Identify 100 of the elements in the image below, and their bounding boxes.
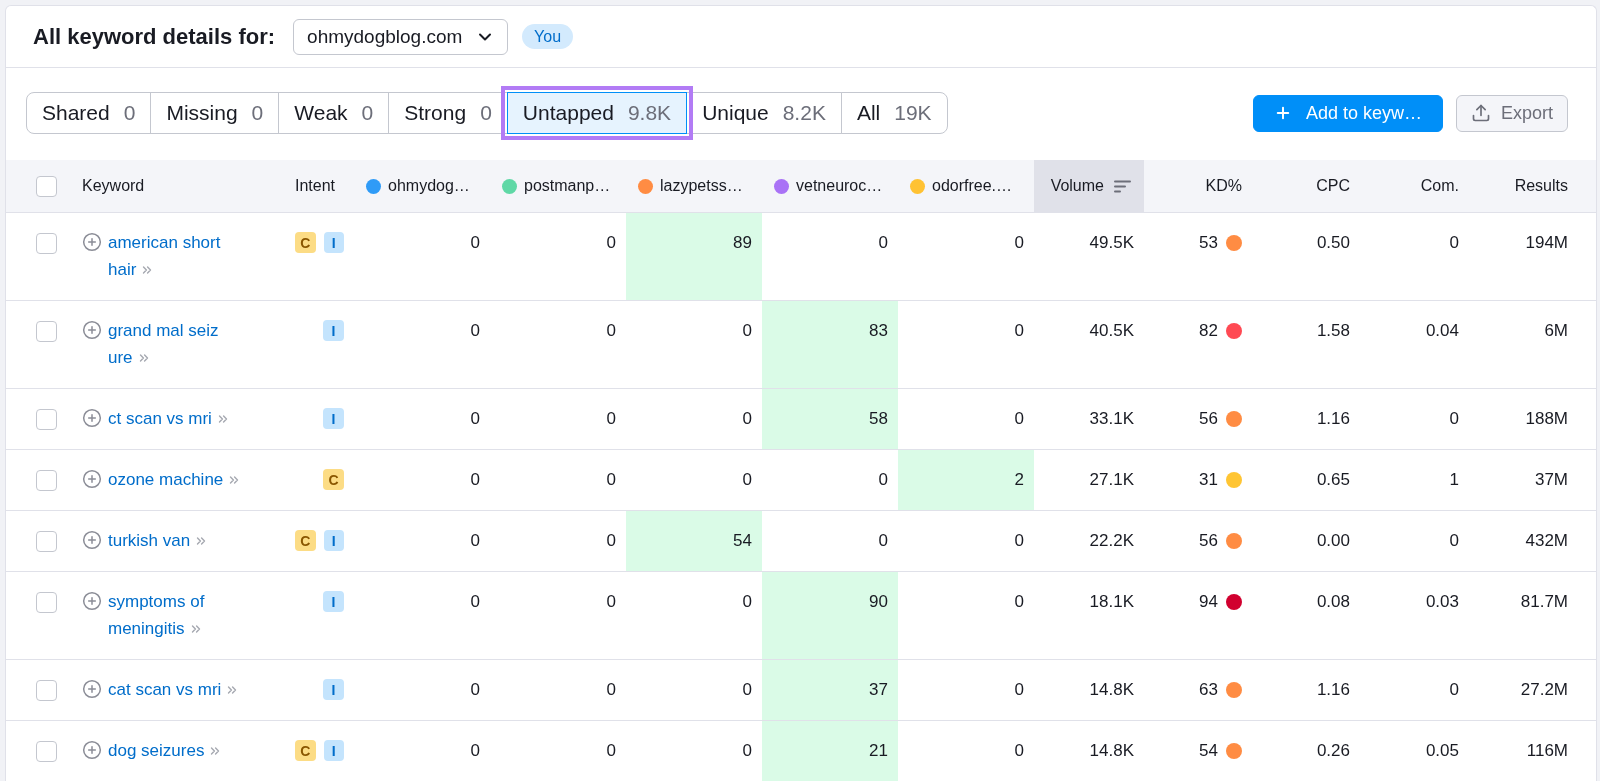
table-cell-text: 0	[469, 469, 481, 491]
filter-tab[interactable]: Weak 0	[278, 92, 390, 134]
filter-tab[interactable]: Strong 0	[388, 92, 508, 134]
table-cell: 89	[626, 213, 762, 300]
table-cell-text: 0	[1448, 679, 1460, 701]
table-cell: 83	[762, 301, 898, 388]
difficulty-value: 56	[1199, 408, 1218, 430]
table-cell-text: 0	[741, 591, 753, 613]
select-all-checkbox[interactable]	[36, 175, 57, 197]
filter-tab[interactable]: Shared 0	[26, 92, 152, 134]
intent-tag: I	[323, 530, 344, 551]
table-cell-text: 0	[469, 408, 481, 430]
column-header[interactable]: Volume	[1034, 160, 1144, 212]
filter-tab[interactable]: Unique 8.2K	[686, 92, 842, 134]
row-checkbox[interactable]	[36, 741, 57, 762]
table-cell-text: 432M	[1524, 530, 1569, 552]
table-cell-text: 0	[605, 530, 617, 552]
you-badge: You	[522, 24, 574, 49]
table-cell-text: 1.16	[1315, 679, 1351, 701]
plus-circle-icon[interactable]	[82, 232, 102, 252]
keyword-link[interactable]: american short hair	[108, 229, 244, 283]
column-header: Keyword	[82, 177, 145, 195]
intent-tag: C	[295, 740, 316, 761]
keyword-link[interactable]: ct scan vs mri	[108, 405, 230, 432]
row-checkbox[interactable]	[36, 531, 57, 552]
table-cell-text: 0	[1013, 679, 1025, 701]
export-button[interactable]: Export	[1455, 94, 1568, 132]
table-cell-text: 1.16	[1315, 408, 1351, 430]
table-cell-text: 0	[1013, 408, 1025, 430]
table-cell: 2	[898, 450, 1034, 510]
table-cell-text: 0	[469, 679, 481, 701]
table-cell-text: 0	[605, 408, 617, 430]
table-cell-text: 194M	[1524, 232, 1569, 254]
table-cell: 58	[762, 389, 898, 449]
table-cell: 21	[762, 721, 898, 781]
filter-tab[interactable]: All 19K	[840, 92, 948, 134]
table-cell-text: 0	[1013, 530, 1025, 552]
table-cell-text: 0	[1448, 232, 1460, 254]
table-cell-text: 0.00	[1315, 530, 1351, 552]
table-cell: 90	[762, 572, 898, 659]
plus-circle-icon[interactable]	[82, 679, 102, 699]
column-header: Intent	[295, 177, 336, 195]
column-header[interactable]: Com.	[1360, 160, 1469, 212]
difficulty-value: 94	[1199, 591, 1218, 613]
table-cell-text: 49.5K	[1088, 232, 1135, 254]
page-title: All keyword details for:	[33, 23, 276, 50]
plus-circle-icon[interactable]	[82, 469, 102, 489]
row-checkbox[interactable]	[36, 680, 57, 701]
keyword-link[interactable]: ozone machine	[108, 466, 242, 493]
table-cell-text: 1.58	[1315, 320, 1351, 342]
table-cell-text: 0.50	[1315, 232, 1351, 254]
table-cell-text: 0	[469, 232, 481, 254]
row-checkbox[interactable]	[36, 470, 57, 491]
table-cell-text: 40.5K	[1088, 320, 1135, 342]
keyword-link[interactable]: symptoms of meningitis	[108, 588, 244, 642]
plus-circle-icon[interactable]	[82, 591, 102, 611]
table-cell-text: 0	[1013, 320, 1025, 342]
column-header: lazypetss…	[660, 177, 743, 195]
keyword-link[interactable]: cat scan vs mri	[108, 676, 240, 703]
table-cell: 37	[762, 660, 898, 720]
domain-dropdown[interactable]: ohmydogblog.com	[293, 18, 509, 55]
row-checkbox[interactable]	[36, 592, 57, 613]
keyword-link[interactable]: grand mal seiz ure	[108, 317, 244, 371]
table-cell-text: 0	[469, 740, 481, 762]
table-cell-text: 33.1K	[1088, 408, 1135, 430]
column-header[interactable]: CPC	[1252, 160, 1360, 212]
keyword-link[interactable]: dog seizures	[108, 737, 223, 764]
table-cell-text: 81.7M	[1519, 591, 1569, 613]
table-cell-text: 0	[1013, 591, 1025, 613]
table-cell-text: 27.1K	[1088, 469, 1135, 491]
difficulty-value: 31	[1199, 469, 1218, 491]
difficulty-value: 53	[1199, 232, 1218, 254]
intent-tag: I	[323, 679, 344, 700]
intent-tag: I	[323, 740, 344, 761]
keyword-link[interactable]: turkish van	[108, 527, 209, 554]
table-cell-text: 0	[1448, 408, 1460, 430]
plus-circle-icon[interactable]	[82, 320, 102, 340]
table-cell-text: 0.03	[1424, 591, 1460, 613]
table-cell-text: 0	[469, 530, 481, 552]
table-cell-text: 0	[877, 530, 889, 552]
table-cell-text: 14.8K	[1088, 740, 1135, 762]
plus-circle-icon[interactable]	[82, 740, 102, 760]
table-cell-text: 0.26	[1315, 740, 1351, 762]
table-cell-text: 1	[1448, 469, 1460, 491]
filter-tab[interactable]: Missing 0	[150, 92, 280, 134]
table-cell: 54	[626, 511, 762, 571]
table-cell-text: 0.65	[1315, 469, 1351, 491]
column-header[interactable]: KD%	[1144, 160, 1252, 212]
plus-circle-icon[interactable]	[82, 408, 102, 428]
row-checkbox[interactable]	[36, 233, 57, 254]
plus-circle-icon[interactable]	[82, 530, 102, 550]
column-header[interactable]: Results	[1469, 160, 1596, 212]
intent-tag: I	[323, 408, 344, 429]
intent-tag: C	[295, 232, 316, 253]
difficulty-value: 82	[1199, 320, 1218, 342]
table-cell-text: 0	[605, 591, 617, 613]
table-cell-text: 0.04	[1424, 320, 1460, 342]
table-cell-text: 18.1K	[1088, 591, 1135, 613]
row-checkbox[interactable]	[36, 321, 57, 342]
row-checkbox[interactable]	[36, 409, 57, 430]
